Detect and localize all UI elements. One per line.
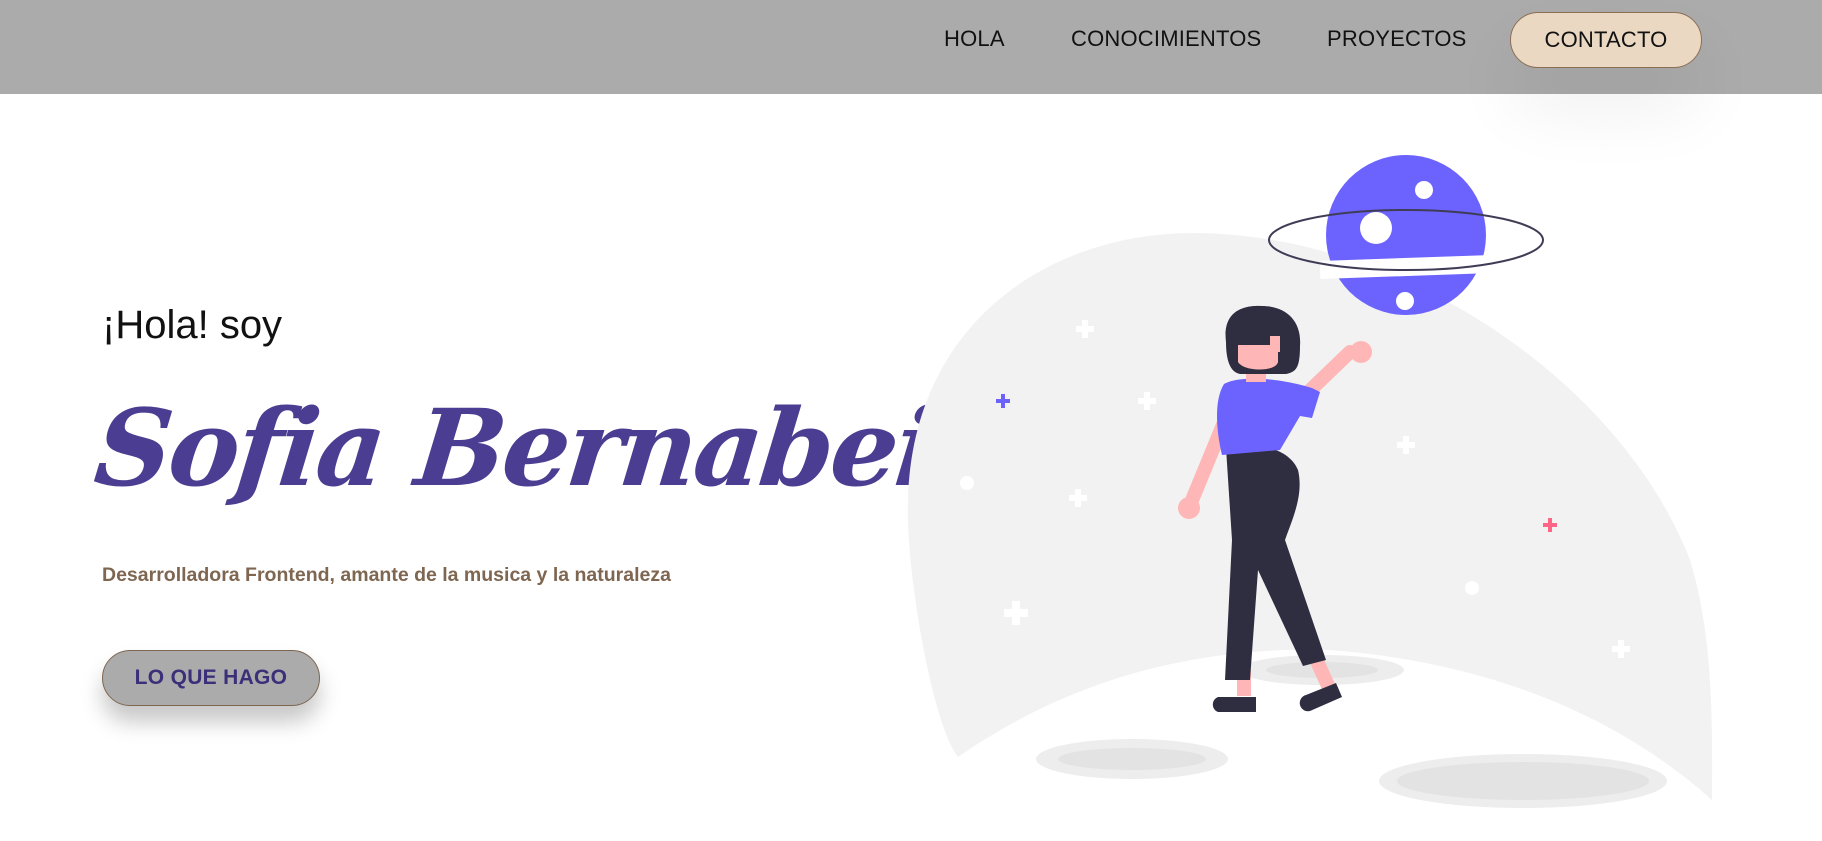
nav-link-hola[interactable]: HOLA [944,26,1005,52]
nav-link-proyectos[interactable]: PROYECTOS [1327,26,1467,52]
hero-greeting: ¡Hola! soy [102,303,283,347]
crater-shape [1058,748,1206,770]
hero-tagline: Desarrolladora Frontend, amante de la mu… [102,564,671,586]
astronaut-girl-planet-illustration [907,155,1713,808]
hero-name: Sofia Bernabei [89,385,940,510]
top-navbar: HOLA CONOCIMIENTOS PROYECTOS CONTACTO [0,0,1822,94]
crater-shape [1397,762,1649,800]
contact-button[interactable]: CONTACTO [1510,12,1702,68]
what-i-do-button[interactable]: LO QUE HAGO [102,650,320,706]
nav-link-conocimientos[interactable]: CONOCIMIENTOS [1071,26,1261,52]
moon-background-shape [907,232,1713,800]
